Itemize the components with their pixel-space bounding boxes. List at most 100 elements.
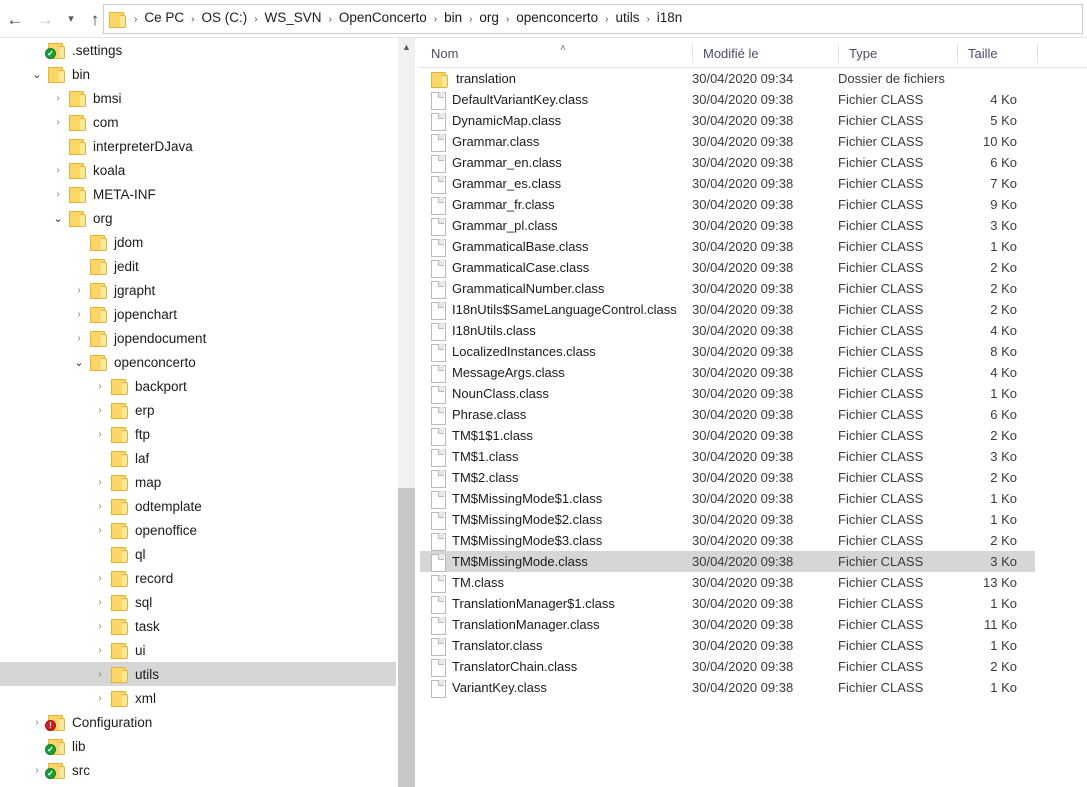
table-row[interactable]: translation 30/04/2020 09:34 Dossier de fi… xyxy=(420,68,1035,89)
tree-item-org[interactable]: ⌄ org xyxy=(0,206,396,230)
table-row[interactable]: TM$MissingMode.class 30/04/2020 09:38 Fich… xyxy=(420,551,1035,572)
chevron-right-icon[interactable]: › xyxy=(89,494,111,518)
chevron-right-icon[interactable]: › xyxy=(89,614,111,638)
table-row[interactable]: I18nUtils$SameLanguageControl.class 30/04… xyxy=(420,299,1035,320)
tree-item-jdom[interactable]: › jdom xyxy=(0,230,396,254)
tree-item-openconcerto[interactable]: ⌄ openconcerto xyxy=(0,350,396,374)
tree-item-sql[interactable]: › sql xyxy=(0,590,396,614)
tree-item-bin[interactable]: ⌄ bin xyxy=(0,62,396,86)
breadcrumb-item-openconcerto[interactable]: openconcerto xyxy=(514,10,600,25)
table-row[interactable]: TM$1$1.class 30/04/2020 09:38 Fichier CLAS… xyxy=(420,425,1035,446)
table-row[interactable]: Grammar_en.class 30/04/2020 09:38 Fichier … xyxy=(420,152,1035,173)
tree-item-task[interactable]: › task xyxy=(0,614,396,638)
tree-item--settings[interactable]: ›✓.settings xyxy=(0,38,396,62)
chevron-right-icon[interactable]: › xyxy=(47,86,69,110)
tree-item-koala[interactable]: › koala xyxy=(0,158,396,182)
chevron-right-icon[interactable]: › xyxy=(47,182,69,206)
tree-item-record[interactable]: › record xyxy=(0,566,396,590)
tree-item-jopenchart[interactable]: › jopenchart xyxy=(0,302,396,326)
chevron-right-icon[interactable]: › xyxy=(89,398,111,422)
chevron-right-icon[interactable]: › xyxy=(47,158,69,182)
chevron-right-icon[interactable]: › xyxy=(89,590,111,614)
chevron-right-icon[interactable]: › xyxy=(89,374,111,398)
breadcrumb-item-bin[interactable]: bin xyxy=(442,10,464,25)
chevron-down-icon[interactable]: ⌄ xyxy=(47,206,69,230)
column-header-modified[interactable]: Modifié le xyxy=(692,38,838,68)
sidebar-scrollbar[interactable]: ▲ xyxy=(398,38,415,787)
table-row[interactable]: Translator.class 30/04/2020 09:38 Fichier … xyxy=(420,635,1035,656)
recent-locations-button[interactable]: ▾ xyxy=(60,3,82,35)
table-row[interactable]: Grammar_pl.class 30/04/2020 09:38 Fichier … xyxy=(420,215,1035,236)
breadcrumb-item-utils[interactable]: utils xyxy=(613,10,641,25)
breadcrumb-item-ce-pc[interactable]: Ce PC xyxy=(142,10,186,25)
chevron-right-icon[interactable]: › xyxy=(89,662,111,686)
table-row[interactable]: DefaultVariantKey.class 30/04/2020 09:38 F… xyxy=(420,89,1035,110)
column-header-name[interactable]: Nom xyxy=(420,38,692,68)
tree-item-meta-inf[interactable]: › META-INF xyxy=(0,182,396,206)
table-row[interactable]: I18nUtils.class 30/04/2020 09:38 Fichier C… xyxy=(420,320,1035,341)
tree-item-lib[interactable]: ›✓lib xyxy=(0,734,396,758)
tree-item-ql[interactable]: › ql xyxy=(0,542,396,566)
chevron-right-icon[interactable]: › xyxy=(47,110,69,134)
chevron-right-icon[interactable]: › xyxy=(89,566,111,590)
tree-item-map[interactable]: › map xyxy=(0,470,396,494)
tree-item-jedit[interactable]: › jedit xyxy=(0,254,396,278)
forward-button[interactable]: → xyxy=(30,3,60,35)
tree-item-laf[interactable]: › laf xyxy=(0,446,396,470)
tree-item-erp[interactable]: › erp xyxy=(0,398,396,422)
chevron-right-icon[interactable]: › xyxy=(68,302,90,326)
table-row[interactable]: TM$MissingMode$2.class 30/04/2020 09:38 Fi… xyxy=(420,509,1035,530)
chevron-down-icon[interactable]: ⌄ xyxy=(26,62,48,86)
column-header-type[interactable]: Type xyxy=(838,38,957,68)
table-row[interactable]: Grammar_es.class 30/04/2020 09:38 Fichier … xyxy=(420,173,1035,194)
table-row[interactable]: VariantKey.class 30/04/2020 09:38 Fichier … xyxy=(420,677,1035,698)
tree-item-interpreterdjava[interactable]: › interpreterDJava xyxy=(0,134,396,158)
chevron-right-icon[interactable]: › xyxy=(68,278,90,302)
table-row[interactable]: TranslationManager$1.class 30/04/2020 09:… xyxy=(420,593,1035,614)
table-row[interactable]: TM$MissingMode$3.class 30/04/2020 09:38 Fi… xyxy=(420,530,1035,551)
breadcrumb-item-org[interactable]: org xyxy=(477,10,501,25)
breadcrumb-item-i18n[interactable]: i18n xyxy=(655,10,685,25)
tree-item-bmsi[interactable]: › bmsi xyxy=(0,86,396,110)
tree-item-ftp[interactable]: › ftp xyxy=(0,422,396,446)
tree-item-xml[interactable]: › xml xyxy=(0,686,396,710)
table-row[interactable]: TM$2.class 30/04/2020 09:38 Fichier CLASS 2… xyxy=(420,467,1035,488)
table-row[interactable]: MessageArgs.class 30/04/2020 09:38 Fichier… xyxy=(420,362,1035,383)
tree-item-src[interactable]: › ✓ src xyxy=(0,758,396,782)
tree-item-jopendocument[interactable]: › jopendocument xyxy=(0,326,396,350)
tree-item-configuration[interactable]: ›! Configuration xyxy=(0,710,396,734)
table-row[interactable]: GrammaticalBase.class 30/04/2020 09:38 Fic… xyxy=(420,236,1035,257)
table-row[interactable]: Grammar_fr.class 30/04/2020 09:38 Fichier … xyxy=(420,194,1035,215)
table-row[interactable]: Grammar.class 30/04/2020 09:38 Fichier CLA… xyxy=(420,131,1035,152)
chevron-down-icon[interactable]: ⌄ xyxy=(68,350,90,374)
column-divider[interactable] xyxy=(1037,44,1038,63)
table-row[interactable]: LocalizedInstances.class 30/04/2020 09:38… xyxy=(420,341,1035,362)
table-row[interactable]: Phrase.class 30/04/2020 09:38 Fichier CLAS… xyxy=(420,404,1035,425)
tree-item-backport[interactable]: › backport xyxy=(0,374,396,398)
table-row[interactable]: DynamicMap.class 30/04/2020 09:38 Fichier … xyxy=(420,110,1035,131)
table-row[interactable]: TM$MissingMode$1.class 30/04/2020 09:38 Fi… xyxy=(420,488,1035,509)
chevron-up-icon[interactable]: ▲ xyxy=(398,38,415,55)
table-row[interactable]: TranslatorChain.class 30/04/2020 09:38 Fic… xyxy=(420,656,1035,677)
table-row[interactable]: GrammaticalCase.class 30/04/2020 09:38 Fic… xyxy=(420,257,1035,278)
chevron-right-icon[interactable]: › xyxy=(89,470,111,494)
sidebar-scrollbar-thumb[interactable] xyxy=(398,488,415,787)
chevron-right-icon[interactable]: › xyxy=(89,686,111,710)
address-bar[interactable]: › Ce PC › OS (C:) › WS_SVN › OpenConcerto › bin › o… xyxy=(103,4,1083,34)
chevron-right-icon[interactable]: › xyxy=(89,518,111,542)
tree-item-utils[interactable]: › utils xyxy=(0,662,396,686)
breadcrumb-item-os-c-[interactable]: OS (C:) xyxy=(199,10,249,25)
breadcrumb-item-openconcerto[interactable]: OpenConcerto xyxy=(337,10,429,25)
chevron-right-icon[interactable]: › xyxy=(89,422,111,446)
tree-item-odtemplate[interactable]: › odtemplate xyxy=(0,494,396,518)
chevron-right-icon[interactable]: › xyxy=(68,326,90,350)
table-row[interactable]: TM$1.class 30/04/2020 09:38 Fichier CLASS 3… xyxy=(420,446,1035,467)
table-row[interactable]: TranslationManager.class 30/04/2020 09:38… xyxy=(420,614,1035,635)
table-row[interactable]: TM.class 30/04/2020 09:38 Fichier CLASS 13 … xyxy=(420,572,1035,593)
column-header-size[interactable]: Taille xyxy=(957,38,1037,68)
table-row[interactable]: GrammaticalNumber.class 30/04/2020 09:38 F… xyxy=(420,278,1035,299)
table-row[interactable]: NounClass.class 30/04/2020 09:38 Fichier C… xyxy=(420,383,1035,404)
chevron-right-icon[interactable]: › xyxy=(89,638,111,662)
tree-item-openoffice[interactable]: › openoffice xyxy=(0,518,396,542)
tree-item-ui[interactable]: › ui xyxy=(0,638,396,662)
